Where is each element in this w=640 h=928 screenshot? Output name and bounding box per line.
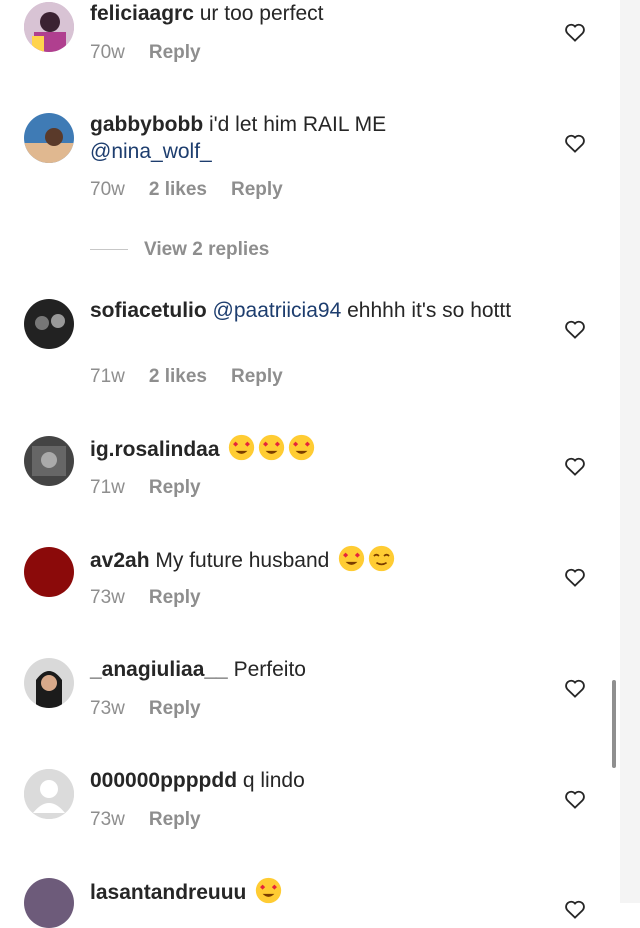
comment-text: ur too perfect (193, 2, 324, 25)
avatar[interactable] (24, 658, 74, 708)
avatar[interactable] (24, 769, 74, 819)
heart-outline-icon[interactable] (564, 899, 586, 919)
reply-button[interactable]: Reply (149, 587, 201, 608)
heart-outline-icon[interactable] (564, 456, 586, 476)
heart-eyes-emoji-icon (256, 877, 282, 904)
mention-link[interactable]: @nina_wolf_ (90, 140, 212, 163)
mention-link[interactable]: @paatriicia94 (213, 299, 342, 322)
comment-age: 71w (90, 477, 125, 498)
reply-divider (90, 249, 128, 251)
comment-username[interactable]: lasantandreuuu (90, 881, 246, 904)
comment-age: 73w (90, 809, 125, 830)
comment-age: 73w (90, 698, 125, 719)
heart-eyes-emoji-icon (259, 434, 285, 461)
heart-outline-icon[interactable] (564, 22, 586, 42)
comment-text: My future husband (149, 549, 336, 572)
relieved-emoji-icon (369, 545, 395, 572)
reply-button[interactable]: Reply (231, 179, 283, 200)
reply-button[interactable]: Reply (231, 366, 283, 387)
heart-outline-icon[interactable] (564, 789, 586, 809)
comment-age: 71w (90, 366, 125, 387)
comment-username[interactable]: gabbybobb (90, 113, 203, 136)
likes-count[interactable]: 2 likes (149, 179, 207, 200)
comment-text: ehhhh it's so hottt (341, 299, 512, 322)
comment-username[interactable]: _anagiuliaa__ (90, 658, 228, 681)
heart-outline-icon[interactable] (564, 133, 586, 153)
scrollbar[interactable] (612, 680, 616, 768)
avatar[interactable] (24, 299, 74, 349)
comment-username[interactable]: sofiacetulio (90, 299, 207, 322)
heart-outline-icon[interactable] (564, 567, 586, 587)
avatar[interactable] (24, 2, 74, 52)
comment-text (220, 438, 226, 461)
avatar[interactable] (24, 436, 74, 486)
avatar[interactable] (24, 878, 74, 928)
view-replies-label: View 2 replies (144, 239, 270, 260)
comment-username[interactable]: ig.rosalindaa (90, 438, 220, 461)
heart-eyes-emoji-icon (339, 545, 365, 572)
avatar[interactable] (24, 113, 74, 163)
heart-outline-icon[interactable] (564, 319, 586, 339)
comment-age: 70w (90, 179, 125, 200)
comment-text: q lindo (237, 769, 305, 792)
comment-age: 73w (90, 587, 125, 608)
avatar[interactable] (24, 547, 74, 597)
heart-eyes-emoji-icon (229, 434, 255, 461)
heart-eyes-emoji-icon (289, 434, 315, 461)
view-replies-button[interactable]: View 2 replies (90, 239, 269, 261)
reply-button[interactable]: Reply (149, 809, 201, 830)
heart-outline-icon[interactable] (564, 678, 586, 698)
comment-text: Perfeito (227, 658, 306, 681)
screen-edge (620, 0, 640, 903)
likes-count[interactable]: 2 likes (149, 366, 207, 387)
reply-button[interactable]: Reply (149, 42, 201, 63)
comment-username[interactable]: feliciaagrc (90, 2, 194, 25)
comment-username[interactable]: 000000ppppdd (90, 769, 237, 792)
reply-button[interactable]: Reply (149, 698, 201, 719)
comment-text (246, 881, 252, 904)
comment-username[interactable]: av2ah (90, 549, 150, 572)
comment-age: 70w (90, 42, 125, 63)
comment-text: i'd let him RAIL ME (203, 113, 387, 136)
reply-button[interactable]: Reply (149, 477, 201, 498)
